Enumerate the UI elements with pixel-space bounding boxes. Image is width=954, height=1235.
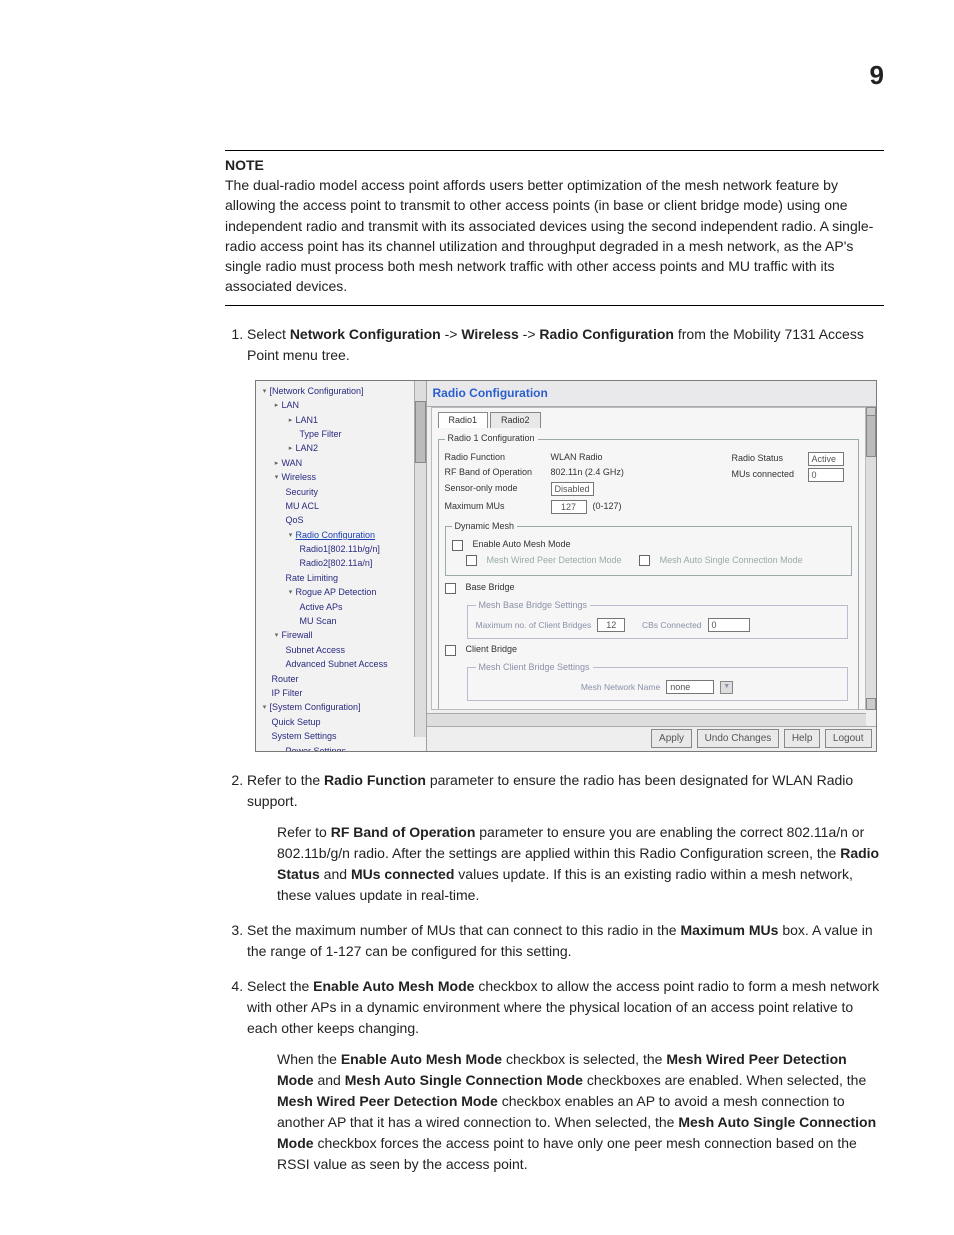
step-4-note: When the Enable Auto Mesh Mode checkbox … [277,1049,884,1175]
tree-lan[interactable]: ▸LAN [258,398,426,412]
tree-quick[interactable]: Quick Setup [258,715,426,729]
step-1: Select Network Configuration -> Wireless… [247,324,884,752]
legend: Dynamic Mesh [452,520,518,534]
label-max-mus: Maximum MUs [445,500,545,514]
value-radio-function: WLAN Radio [551,451,603,465]
help-button[interactable]: Help [784,729,821,748]
checkbox-base-bridge[interactable] [445,583,456,594]
note-label: NOTE [225,157,264,173]
legend: Mesh Base Bridge Settings [476,599,591,613]
step-2-note: Refer to RF Band of Operation parameter … [277,822,884,906]
bold: Radio Configuration [539,326,674,342]
tree-typefilter[interactable]: Type Filter [258,427,426,441]
tree-muscan[interactable]: MU Scan [258,614,426,628]
radio-config-screenshot: ▾[Network Configuration] ▸LAN ▸LAN1 Type… [255,380,877,752]
tree-network-configuration[interactable]: ▾[Network Configuration] [258,384,426,398]
action-buttons: Apply Undo Changes Help Logout [427,726,876,751]
tree-radio1[interactable]: Radio1[802.11b/g/n] [258,542,426,556]
page-number: 9 [870,60,884,91]
note-block: NOTE The dual-radio model access point a… [225,150,884,306]
bold: Wireless [461,326,518,342]
value-radio-status: Active [808,452,844,466]
label-rf-band: RF Band of Operation [445,466,545,480]
dynamic-mesh-group: Dynamic Mesh Enable Auto Mesh Mode Mesh … [445,520,852,577]
checkbox-wired-peer[interactable] [466,555,477,566]
tab-radio2[interactable]: Radio2 [490,412,541,429]
select-mesh-network-name[interactable]: none [666,680,714,694]
label-auto-single: Mesh Auto Single Connection Mode [660,554,803,568]
mesh-client-bridge-settings: Mesh Client Bridge Settings Mesh Network… [467,661,848,702]
tree-radio-configuration[interactable]: ▾Radio Configuration [258,528,426,542]
txt: Refer to the [247,772,324,788]
label-mesh-network-name: Mesh Network Name [581,681,660,694]
label-base-bridge: Base Bridge [466,581,515,595]
tree-subnet[interactable]: Subnet Access [258,643,426,657]
tree-wan[interactable]: ▸WAN [258,456,426,470]
value-mus-connected: 0 [808,468,844,482]
tree-lan2[interactable]: ▸LAN2 [258,441,426,455]
tree-advsubnet[interactable]: Advanced Subnet Access [258,657,426,671]
label-sensor-mode: Sensor-only mode [445,482,545,496]
step-2: Refer to the Radio Function parameter to… [247,770,884,906]
tree-router[interactable]: Router [258,672,426,686]
label-max-cb: Maximum no. of Client Bridges [476,619,592,632]
step-4: Select the Enable Auto Mesh Mode checkbo… [247,976,884,1175]
label-client-bridge: Client Bridge [466,643,518,657]
label-enable-auto-mesh: Enable Auto Mesh Mode [473,538,571,552]
value-cbs-connected: 0 [708,618,750,632]
label-radio-function: Radio Function [445,451,545,465]
checkbox-auto-single[interactable] [639,555,650,566]
label-wired-peer: Mesh Wired Peer Detection Mode [487,554,622,568]
tree-firewall[interactable]: ▾Firewall [258,628,426,642]
content-vertical-scrollbar[interactable] [866,407,876,710]
content-pane: Radio Configuration Radio1 Radio2 Radio … [427,381,876,751]
logout-button[interactable]: Logout [825,729,872,748]
tree-wireless[interactable]: ▾Wireless [258,470,426,484]
txt: -> [519,326,540,342]
tree-syssettings[interactable]: System Settings [258,729,426,743]
bold: Network Configuration [290,326,441,342]
tree-scrollbar[interactable] [414,381,426,737]
tree-ratelimit[interactable]: Rate Limiting [258,571,426,585]
note-text: The dual-radio model access point afford… [225,175,884,297]
tree-qos[interactable]: QoS [258,513,426,527]
undo-changes-button[interactable]: Undo Changes [697,729,780,748]
tree-muacl[interactable]: MU ACL [258,499,426,513]
tree-activeaps[interactable]: Active APs [258,600,426,614]
hint-max-mus: (0-127) [593,500,622,514]
checkbox-client-bridge[interactable] [445,645,456,656]
value-sensor-mode[interactable]: Disabled [551,482,594,496]
checkbox-enable-auto-mesh[interactable] [452,540,463,551]
bold: Radio Function [324,772,426,788]
instruction-list: Select Network Configuration -> Wireless… [225,324,884,1175]
input-max-mus[interactable]: 127 [551,500,587,514]
chevron-down-icon[interactable]: ▼ [720,681,733,694]
label-cbs-connected: CBs Connected [642,619,702,632]
radio-tabs: Radio1 Radio2 [438,412,859,429]
label-radio-status: Radio Status [732,452,802,466]
nav-tree[interactable]: ▾[Network Configuration] ▸LAN ▸LAN1 Type… [256,381,427,751]
tree-lan1[interactable]: ▸LAN1 [258,413,426,427]
tab-radio1[interactable]: Radio1 [438,412,489,429]
input-max-cb[interactable]: 12 [597,618,625,632]
content-horizontal-scrollbar[interactable] [427,713,866,726]
tree-ipfilter[interactable]: IP Filter [258,686,426,700]
tree-rogue[interactable]: ▾Rogue AP Detection [258,585,426,599]
legend: Radio 1 Configuration [445,432,538,446]
step-3: Set the maximum number of MUs that can c… [247,920,884,962]
mesh-base-bridge-settings: Mesh Base Bridge Settings Maximum no. of… [467,599,848,640]
txt: Select [247,326,290,342]
label-mus-connected: MUs connected [732,468,802,482]
content-title: Radio Configuration [427,381,876,407]
txt: -> [441,326,462,342]
tree-system-configuration[interactable]: ▾[System Configuration] [258,700,426,714]
tree-radio2[interactable]: Radio2[802.11a/n] [258,556,426,570]
tree-power[interactable]: Power Settings [258,744,426,751]
legend: Mesh Client Bridge Settings [476,661,593,675]
tree-security[interactable]: Security [258,485,426,499]
radio1-config-group: Radio 1 Configuration Radio Function WLAN… [438,432,859,710]
value-rf-band: 802.11n (2.4 GHz) [551,466,624,480]
tree-collapse-icon: ▾ [260,386,270,397]
apply-button[interactable]: Apply [651,729,692,748]
